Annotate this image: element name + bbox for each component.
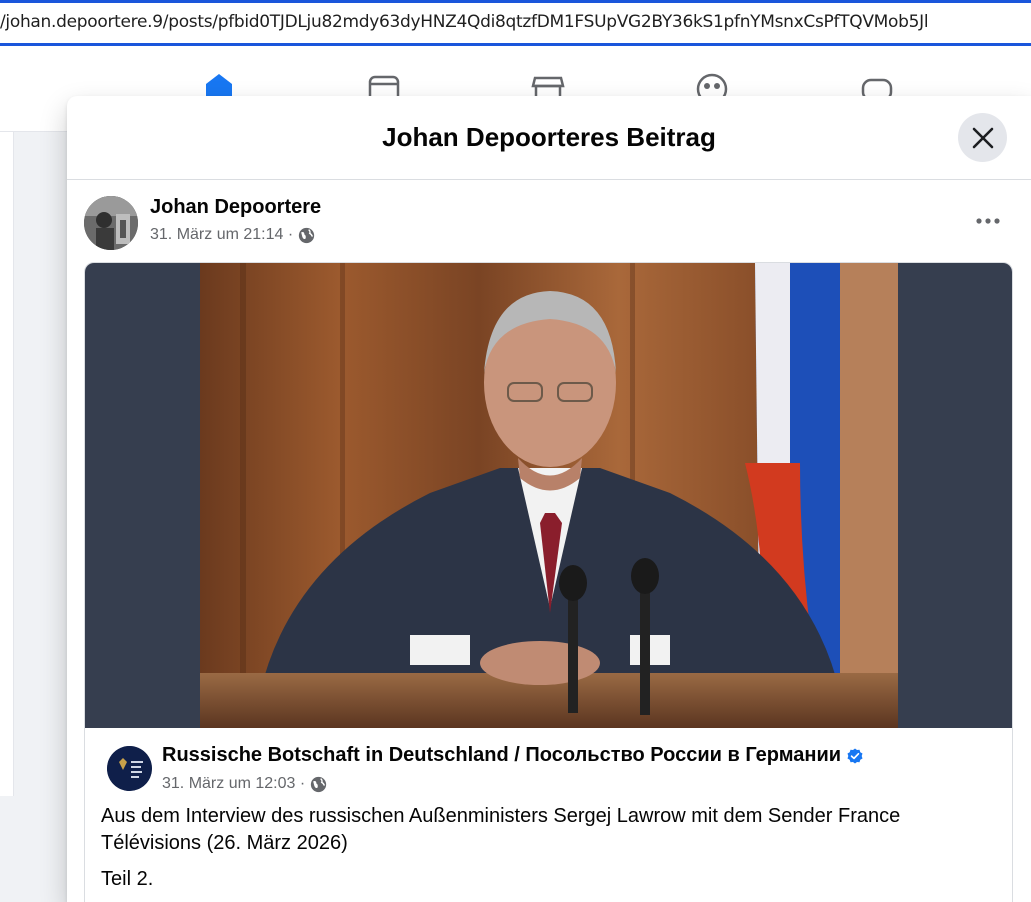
dialog-title: Johan Depoorteres Beitrag: [382, 122, 716, 152]
page-name-text[interactable]: Russische Botschaft in Deutschland / Пос…: [162, 744, 841, 767]
close-icon: [972, 127, 993, 148]
more-icon: [976, 218, 1000, 224]
shared-post-timestamp[interactable]: 31. März um 12:03 ·: [162, 775, 305, 793]
dialog-header: Johan Depoorteres Beitrag: [67, 96, 1031, 180]
post-timestamp[interactable]: 31. März um 21:14 ·: [150, 226, 293, 244]
left-panel: [0, 132, 14, 796]
close-button[interactable]: [958, 113, 1007, 162]
shared-post-meta: 31. März um 12:03 ·: [162, 775, 327, 793]
globe-icon: [311, 776, 327, 792]
page-name[interactable]: Russische Botschaft in Deutschland / Пос…: [162, 744, 863, 767]
url-text[interactable]: /johan.depoortere.9/posts/pfbid0TJDLju82…: [0, 12, 929, 32]
globe-icon: [299, 227, 315, 243]
post-meta: 31. März um 21:14 ·: [150, 226, 315, 244]
shared-post-text: Aus dem Interview des russischen Außenmi…: [101, 805, 901, 854]
more-options-button[interactable]: [973, 206, 1003, 236]
author-name[interactable]: Johan Depoortere: [150, 196, 321, 219]
post-image[interactable]: [85, 263, 1012, 728]
address-bar[interactable]: /johan.depoortere.9/posts/pfbid0TJDLju82…: [0, 0, 1031, 46]
shared-post-text-continued: Teil 2.: [101, 868, 154, 890]
shared-post-card[interactable]: Russische Botschaft in Deutschland / Пос…: [84, 262, 1013, 902]
author-avatar[interactable]: [84, 196, 138, 250]
photo-portrait: [200, 263, 898, 728]
post-dialog: Johan Depoorteres Beitrag Johan Depoorte…: [67, 96, 1031, 902]
page-avatar[interactable]: [107, 746, 152, 791]
verified-badge-icon: [847, 748, 863, 763]
